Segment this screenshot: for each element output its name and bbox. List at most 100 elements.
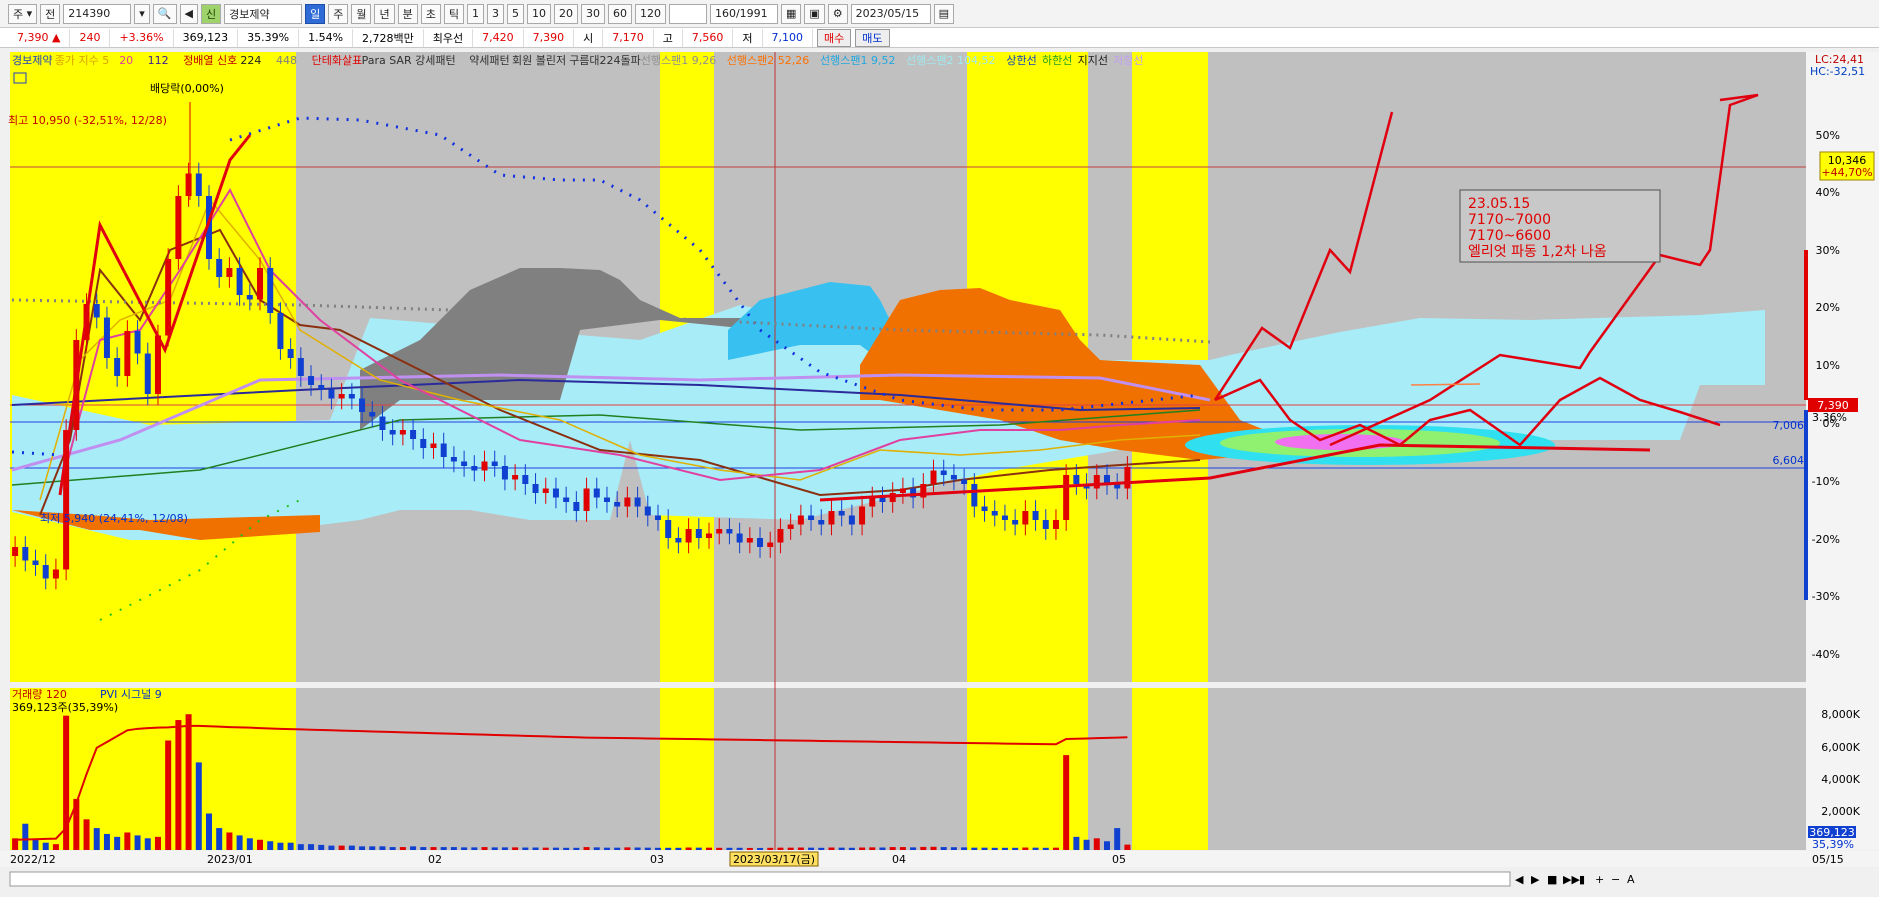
buy-button[interactable]: 매수 — [817, 28, 852, 47]
date-field[interactable]: 2023/05/15 — [850, 3, 931, 24]
candle-body — [32, 560, 39, 565]
scrollbar-track[interactable] — [9, 871, 1511, 887]
hc-label: HC:-32,51 — [1810, 65, 1865, 78]
y-tick-label: -20% — [1812, 533, 1840, 546]
range-select[interactable]: 전 — [40, 3, 61, 24]
volume-bar — [226, 832, 233, 850]
candle-body — [410, 430, 417, 439]
number-5[interactable]: 5 — [506, 3, 524, 24]
volume-bar — [328, 845, 335, 850]
volume-bar — [665, 847, 672, 850]
speaker-icon[interactable]: ◀ — [179, 3, 198, 24]
period-type-select[interactable]: 주 ▾ — [8, 3, 38, 24]
volume-bar — [838, 847, 845, 850]
code-input[interactable]: 214390 — [63, 3, 132, 24]
x-tick-label: 2023/01 — [207, 853, 253, 866]
volume-tick-label: 6,000K — [1821, 741, 1860, 754]
volume-bar — [879, 847, 886, 850]
volume-bar — [124, 832, 131, 850]
candle-body — [563, 497, 570, 502]
volume-bar — [195, 762, 202, 850]
legend-item: 112 — [148, 54, 169, 67]
volume-bar — [450, 847, 457, 850]
candle-body — [369, 412, 376, 417]
candle-body — [726, 529, 733, 534]
candle-body — [195, 173, 202, 196]
y-tick-label: 10% — [1816, 359, 1840, 372]
candle-body — [706, 533, 713, 538]
number-30[interactable]: 30 — [580, 3, 605, 24]
volume-tick-label: 2,000K — [1821, 805, 1860, 818]
volume-bar — [93, 828, 100, 850]
candle-body — [1093, 475, 1100, 489]
volume-bar — [389, 847, 396, 850]
price-change-pct: +3.36% — [110, 28, 174, 47]
legend-item: 지지선 — [1078, 54, 1108, 67]
candle-body — [185, 173, 192, 196]
candle-body — [359, 398, 366, 412]
save-icon[interactable]: ▣ — [804, 3, 825, 24]
candle-body — [624, 497, 631, 507]
x-tick-label: 04 — [892, 853, 906, 866]
scroll-control-icon: A — [1627, 873, 1635, 886]
volume-bar — [410, 846, 417, 850]
candle-body — [491, 461, 498, 466]
search-icon[interactable]: 🔍 — [152, 3, 177, 24]
volume-bar — [981, 847, 988, 850]
level-6604: 6,604 — [1773, 454, 1805, 467]
volume-bar — [532, 847, 539, 850]
legend-item: 448 — [276, 54, 297, 67]
volume-bar — [491, 847, 498, 850]
interval-minute[interactable]: 분 — [397, 3, 418, 24]
volume-bar — [930, 846, 937, 850]
number-20[interactable]: 20 — [553, 3, 578, 24]
number-3[interactable]: 3 — [486, 3, 504, 24]
preferred-label: 최우선 — [424, 28, 474, 47]
candle-body — [297, 358, 304, 376]
interval-tick[interactable]: 틱 — [443, 3, 464, 24]
number-60[interactable]: 60 — [607, 3, 632, 24]
sell-button[interactable]: 매도 — [855, 28, 890, 47]
grid-icon[interactable]: ▦ — [780, 3, 802, 24]
candle-body — [501, 466, 508, 480]
volume-bar — [1022, 847, 1029, 850]
interval-week[interactable]: 주 — [328, 3, 349, 24]
custom-number-input[interactable] — [668, 3, 707, 24]
volume-bar — [542, 847, 549, 850]
candle-body — [450, 457, 457, 462]
volume-bar — [185, 714, 192, 850]
interval-year[interactable]: 년 — [374, 3, 395, 24]
interval-day[interactable]: 일 — [305, 3, 326, 24]
candle-body — [328, 389, 335, 399]
volume-bar — [828, 847, 835, 850]
number-120[interactable]: 120 — [634, 3, 666, 24]
volume-bar — [1083, 839, 1090, 850]
volume-bar — [165, 740, 172, 850]
x-tick-label: 05 — [1112, 853, 1126, 866]
current-price: 7,390 ▲ — [8, 28, 71, 47]
y-tick-label: -30% — [1812, 590, 1840, 603]
stock-name: 경보제약 — [224, 3, 303, 24]
code-dropdown-icon[interactable]: ▾ — [134, 3, 150, 24]
low-label: 저 — [733, 28, 763, 47]
volume-bar — [695, 847, 702, 850]
annotation-line: 7170~6600 — [1468, 228, 1551, 244]
highlight-band-volume — [967, 688, 1088, 850]
volume-bar — [654, 847, 661, 850]
legend-item: 224 — [240, 54, 261, 67]
interval-second[interactable]: 초 — [420, 3, 441, 24]
number-10[interactable]: 10 — [526, 3, 551, 24]
scale-red-bar — [1804, 250, 1808, 400]
interval-month[interactable]: 월 — [351, 3, 372, 24]
volume-bar — [348, 845, 355, 850]
calendar-icon[interactable]: ▤ — [933, 3, 955, 24]
gear-icon[interactable]: ⚙ — [827, 3, 848, 24]
volume-bar — [42, 842, 49, 850]
volume-bar — [1052, 847, 1059, 850]
number-1[interactable]: 1 — [466, 3, 484, 24]
count-field[interactable]: 160/1991 — [709, 3, 778, 24]
legend-item: 선행스팬1 9,26 — [641, 54, 716, 67]
stock-chart[interactable]: 23.05.157170~70007170~6600엘리엇 파동 1,2차 나옴… — [0, 49, 1879, 897]
candle-body — [767, 542, 774, 547]
pvi-title: PVI 시그널 9 — [100, 688, 162, 701]
